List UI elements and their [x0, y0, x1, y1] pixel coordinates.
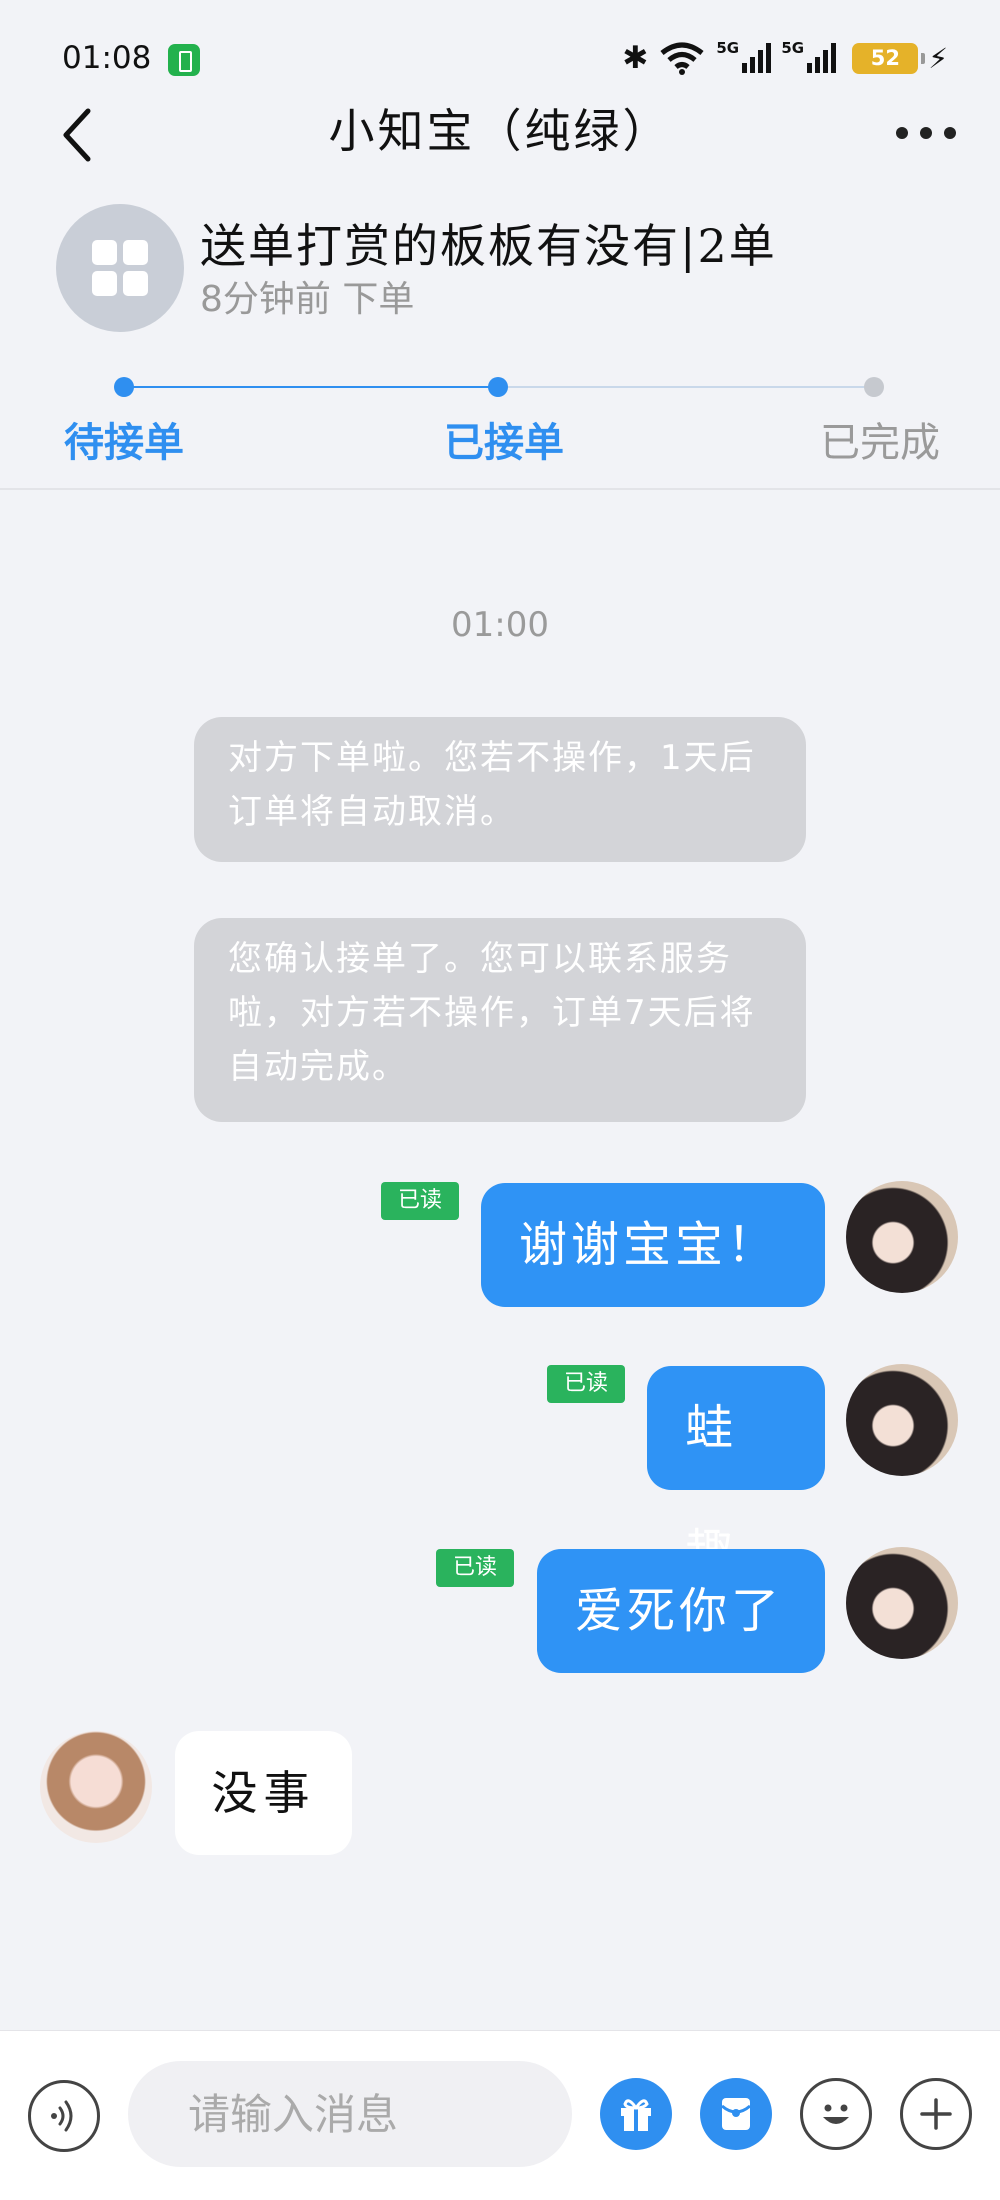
order-progress: 待接单 已接单 已完成	[0, 360, 1000, 470]
order-title: 送单打赏的板板有没有|2单	[200, 219, 777, 273]
progress-dot-2	[488, 377, 508, 397]
my-avatar[interactable]	[846, 1364, 958, 1476]
signal-icon-2: 5G	[781, 39, 837, 73]
progress-dot-1	[114, 377, 134, 397]
header-divider	[0, 488, 1000, 490]
contact-avatar[interactable]	[40, 1731, 152, 1843]
nav-bar: 小知宝（纯绿）	[0, 90, 1000, 185]
wifi-icon	[658, 41, 706, 75]
read-receipt-badge: 已读	[547, 1365, 625, 1403]
read-receipt-badge: 已读	[381, 1182, 459, 1220]
voice-input-icon[interactable]	[28, 2080, 100, 2152]
plus-icon[interactable]	[900, 2078, 972, 2150]
network-type-1: 5G	[716, 39, 740, 57]
charging-icon: ⚡	[928, 41, 948, 75]
outgoing-message-bubble[interactable]: 蛙趣	[647, 1366, 825, 1580]
my-avatar[interactable]	[846, 1181, 958, 1293]
system-message: 您确认接单了。您可以联系服务啦，对方若不操作，订单7天后将自动完成。	[194, 918, 806, 1122]
status-time: 01:08	[62, 40, 152, 76]
progress-dot-3	[864, 377, 884, 397]
more-options-icon[interactable]	[896, 118, 956, 148]
gift-icon[interactable]	[600, 2078, 672, 2150]
status-icons: ✱ 5G 5G 52 ⚡	[622, 38, 948, 78]
battery-saver-icon	[168, 44, 200, 76]
order-card[interactable]: 送单打赏的板板有没有|2单 8分钟前 下单	[0, 200, 1000, 340]
progress-line-done	[124, 386, 498, 388]
outgoing-message-bubble[interactable]: 爱死你了	[537, 1549, 825, 1673]
progress-step-pending-accept: 待接单	[64, 420, 184, 466]
network-type-2: 5G	[781, 39, 805, 57]
incoming-message-bubble[interactable]: 没事	[175, 1731, 352, 1855]
emoji-icon[interactable]	[800, 2078, 872, 2150]
my-avatar[interactable]	[846, 1547, 958, 1659]
battery-indicator: 52	[852, 42, 926, 74]
red-envelope-icon[interactable]	[700, 2078, 772, 2150]
system-message: 对方下单啦。您若不操作，1天后订单将自动取消。	[194, 717, 806, 862]
bluetooth-icon: ✱	[622, 39, 649, 76]
grid-icon	[92, 240, 148, 296]
order-avatar	[56, 204, 184, 332]
order-time: 8分钟前 下单	[200, 279, 415, 320]
chat-timestamp: 01:00	[451, 605, 549, 645]
outgoing-message-bubble[interactable]: 谢谢宝宝！	[481, 1183, 825, 1307]
signal-icon-1: 5G	[716, 39, 772, 73]
input-bar	[0, 2030, 1000, 2200]
progress-step-completed: 已完成	[820, 420, 940, 466]
page-title: 小知宝（纯绿）	[328, 104, 672, 158]
progress-step-accepted: 已接单	[444, 420, 564, 466]
progress-line-pending	[498, 386, 874, 388]
message-input[interactable]	[128, 2061, 572, 2167]
read-receipt-badge: 已读	[436, 1549, 514, 1587]
